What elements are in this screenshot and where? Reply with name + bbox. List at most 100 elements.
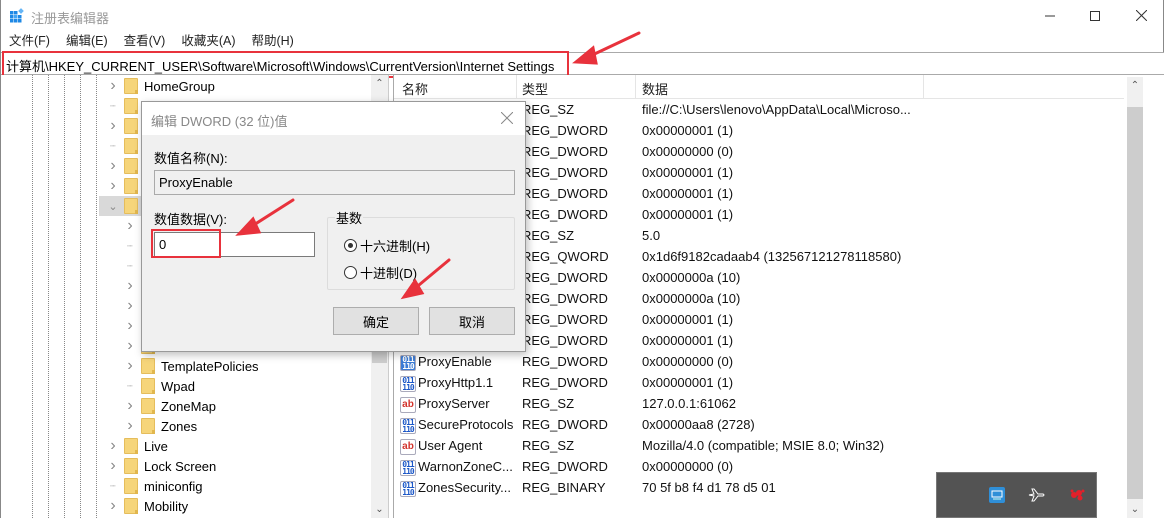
red-app-icon[interactable]: [1067, 485, 1087, 505]
window-title: 注册表编辑器: [31, 11, 110, 26]
list-scroll-thumb[interactable]: [1127, 107, 1143, 499]
folder-icon: [124, 458, 138, 474]
chevron-right-icon[interactable]: ›: [108, 457, 118, 474]
radio-dec-label: 十进制(D): [360, 266, 418, 281]
dialog-close-button[interactable]: [497, 108, 517, 128]
folder-icon: [124, 478, 138, 494]
tree-connector: ┈: [127, 260, 133, 271]
value-data: Mozilla/4.0 (compatible; MSIE 8.0; Win32…: [642, 438, 885, 453]
scroll-down-arrow-icon[interactable]: ⌄: [371, 501, 388, 518]
maximize-icon: [1090, 10, 1100, 21]
cancel-button[interactable]: 取消: [429, 307, 515, 335]
base-label: 基数: [335, 208, 364, 227]
close-button[interactable]: [1118, 0, 1164, 31]
tree-item[interactable]: ›: [108, 156, 144, 176]
network-settings-icon[interactable]: [987, 485, 1007, 505]
value-row[interactable]: 011 110 ProxyEnable REG_DWORD 0x00000000 (0): [394, 352, 1124, 373]
scroll-up-arrow-icon[interactable]: ⌃: [371, 75, 388, 92]
close-icon: [501, 112, 513, 124]
chevron-right-icon[interactable]: ›: [125, 397, 135, 414]
scroll-up-arrow-icon[interactable]: ⌃: [1127, 77, 1143, 94]
folder-icon: [124, 198, 138, 214]
column-header-type[interactable]: 类型: [522, 79, 548, 98]
chevron-right-icon[interactable]: ›: [125, 357, 135, 374]
column-divider[interactable]: [516, 75, 517, 99]
tree-guide-line: [96, 75, 97, 518]
value-data: 127.0.0.1:61062: [642, 396, 736, 411]
folder-icon: [141, 378, 155, 394]
dialog-title: 编辑 DWORD (32 位)值: [151, 114, 288, 129]
chevron-right-icon[interactable]: ›: [108, 117, 118, 134]
radio-checked-icon[interactable]: [344, 239, 357, 252]
dialog-title-bar: 编辑 DWORD (32 位)值: [142, 102, 525, 135]
folder-icon: [141, 398, 155, 414]
chevron-right-icon[interactable]: ›: [125, 317, 135, 334]
tree-item[interactable]: › Live: [108, 436, 168, 456]
menu-help[interactable]: 帮助(H): [243, 31, 301, 51]
menu-favorites[interactable]: 收藏夹(A): [173, 31, 243, 51]
value-data: 70 5f b8 f4 d1 78 d5 01: [642, 480, 776, 495]
value-name: ProxyServer: [418, 396, 490, 411]
chevron-right-icon[interactable]: ›: [125, 417, 135, 434]
column-header-data[interactable]: 数据: [642, 79, 668, 98]
minimize-button[interactable]: [1027, 0, 1073, 31]
chevron-right-icon[interactable]: ›: [125, 297, 135, 314]
tree-connector: ┈: [110, 480, 116, 491]
menu-edit[interactable]: 编辑(E): [58, 31, 116, 51]
ok-button[interactable]: 确定: [333, 307, 419, 335]
menu-file[interactable]: 文件(F): [1, 31, 58, 51]
chevron-right-icon[interactable]: ›: [108, 177, 118, 194]
value-type: REG_SZ: [522, 102, 575, 117]
chevron-right-icon[interactable]: ›: [108, 437, 118, 454]
value-data: 0x00000001 (1): [642, 312, 734, 327]
tree-item[interactable]: ›: [108, 176, 144, 196]
edit-dword-dialog: 编辑 DWORD (32 位)值 数值名称(N): 数值数据(V): 基数 十六…: [141, 101, 526, 352]
column-header-name[interactable]: 名称: [402, 79, 428, 98]
tree-item[interactable]: › HomeGroup: [108, 76, 215, 96]
tree-item[interactable]: › Mobility: [108, 496, 188, 516]
radio-dec[interactable]: 十进制(D): [344, 263, 417, 282]
list-scrollbar[interactable]: ⌃ ⌄: [1127, 77, 1143, 518]
airplane-mode-icon[interactable]: [1027, 485, 1047, 505]
chevron-right-icon[interactable]: ›: [125, 277, 135, 294]
radio-unchecked-icon[interactable]: [344, 266, 357, 279]
column-divider[interactable]: [923, 75, 924, 99]
value-row[interactable]: ab User Agent REG_SZ Mozilla/4.0 (compatibl…: [394, 436, 1124, 457]
folder-icon: [124, 138, 138, 154]
tree-item[interactable]: › Zones: [125, 416, 197, 436]
menu-view[interactable]: 查看(V): [116, 31, 174, 51]
registry-editor-window: 注册表编辑器 文件(F) 编辑(E) 查看(V) 收藏夹(A) 帮助(H) 计算…: [0, 0, 1164, 518]
scroll-down-arrow-icon[interactable]: ⌄: [1127, 501, 1143, 518]
tree-item[interactable]: › Lock Screen: [108, 456, 216, 476]
value-name: User Agent: [418, 438, 483, 453]
chevron-right-icon[interactable]: ›: [125, 337, 135, 354]
folder-icon: [124, 178, 138, 194]
folder-icon: [141, 418, 155, 434]
tree-item[interactable]: › TemplatePolicies: [125, 356, 259, 376]
value-type: REG_DWORD: [522, 375, 608, 390]
value-name-field[interactable]: [154, 170, 515, 195]
maximize-button[interactable]: [1072, 0, 1118, 31]
column-divider[interactable]: [635, 75, 636, 99]
chevron-right-icon[interactable]: ›: [125, 217, 135, 234]
value-row[interactable]: ab ProxyServer REG_SZ 127.0.0.1:61062: [394, 394, 1124, 415]
tree-item[interactable]: ┈ Wpad: [125, 376, 195, 396]
value-row[interactable]: 011 110 SecureProtocols REG_DWORD 0x00000aa8…: [394, 415, 1124, 436]
tree-item[interactable]: › ZoneMap: [125, 396, 216, 416]
chevron-right-icon[interactable]: ›: [108, 77, 118, 94]
tree-item[interactable]: ┈: [108, 136, 144, 156]
value-type: REG_SZ: [522, 396, 575, 411]
chevron-down-icon[interactable]: ⌄: [108, 201, 118, 213]
chevron-right-icon[interactable]: ›: [108, 497, 118, 514]
radio-hex[interactable]: 十六进制(H): [344, 236, 430, 255]
tree-connector: ┈: [127, 240, 133, 251]
tree-item-label: TemplatePolicies: [161, 358, 259, 374]
value-type: REG_DWORD: [522, 291, 608, 306]
tree-guide-line: [48, 75, 49, 518]
value-type: REG_DWORD: [522, 312, 608, 327]
tree-item[interactable]: ┈ miniconfig: [108, 476, 203, 496]
value-row[interactable]: 011 110 ProxyHttp1.1 REG_DWORD 0x00000001 (1…: [394, 373, 1124, 394]
tree-item[interactable]: ›: [108, 116, 144, 136]
value-data: 0x1d6f9182cadaab4 (132567121278118580): [642, 249, 902, 264]
chevron-right-icon[interactable]: ›: [108, 157, 118, 174]
